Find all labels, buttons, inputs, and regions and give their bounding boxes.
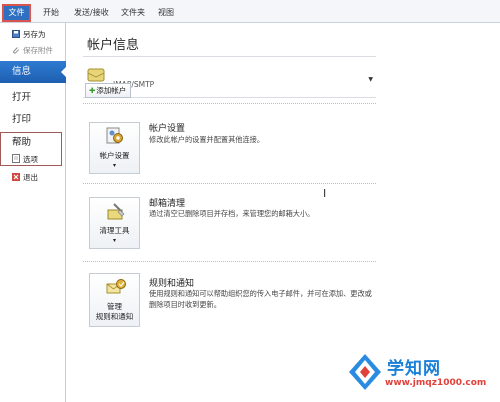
divider (83, 103, 376, 104)
chevron-down-icon: ▾ (112, 162, 116, 169)
add-account-button[interactable]: ✚添加帐户 (85, 83, 131, 98)
divider (83, 183, 376, 184)
tab-send-receive[interactable]: 发送/接收 (74, 7, 109, 18)
section-description: 使用规则和通知可以帮助组织您的传入电子邮件，并可在添加、更改或删除项目时收到更新… (149, 289, 372, 309)
chevron-down-icon: ▼ (368, 76, 373, 83)
attachment-icon (12, 46, 20, 54)
rules-alerts-icon (106, 278, 126, 300)
manage-rules-button[interactable]: 管理 规则和通知 (89, 273, 140, 327)
cleanup-tools-button-label: 清理工具 (99, 226, 130, 235)
tab-file[interactable]: 文件 (2, 4, 31, 22)
section-mailbox-cleanup: 清理工具 ▾ 邮箱清理 通过清空已删除项目并存档，来管理您的邮箱大小。 (83, 189, 376, 253)
nav-info[interactable]: 信息 (0, 61, 67, 83)
manage-rules-button-label-2: 规则和通知 (95, 312, 134, 321)
section-description: 通过清空已删除项目并存档，来管理您的邮箱大小。 (149, 209, 315, 218)
tab-folder[interactable]: 文件夹 (121, 7, 145, 18)
tab-home[interactable]: 开始 (43, 7, 59, 18)
highlight-box (0, 132, 62, 166)
divider (83, 261, 376, 262)
plus-icon: ✚ (89, 86, 96, 95)
account-settings-button-label: 帐户设置 (99, 151, 130, 160)
section-rules-alerts: 管理 规则和通知 规则和通知 使用规则和通知可以帮助组织您的传入电子邮件，并可在… (83, 268, 376, 334)
section-title: 帐户设置 (149, 124, 186, 134)
watermark: 学知网 www.jmqz1000.com (345, 348, 500, 402)
cleanup-tools-icon (106, 202, 126, 224)
nav-print[interactable]: 打印 (0, 111, 66, 125)
nav-save-attachment-label: 保存附件 (23, 46, 53, 55)
add-account-label: 添加帐户 (96, 86, 127, 95)
tab-view[interactable]: 视图 (158, 7, 174, 18)
nav-print-label: 打印 (12, 114, 32, 125)
chevron-down-icon: ▾ (112, 237, 116, 244)
nav-save-attachment[interactable]: 保存附件 (0, 45, 66, 56)
nav-exit[interactable]: 退出 (0, 172, 66, 183)
account-settings-icon (106, 127, 124, 149)
nav-exit-label: 退出 (23, 173, 38, 182)
account-settings-button[interactable]: 帐户设置 ▾ (89, 122, 140, 174)
nav-info-label: 信息 (12, 66, 32, 77)
watermark-url: www.jmqz1000.com (385, 378, 487, 388)
text-cursor-icon: Ι (323, 187, 327, 200)
exit-icon (12, 173, 20, 181)
section-description: 修改此帐户的设置并配置其他连接。 (149, 135, 265, 144)
nav-save-as[interactable]: 另存为 (0, 29, 66, 40)
save-icon (12, 30, 20, 38)
nav-open-label: 打开 (12, 92, 32, 103)
watermark-title: 学知网 (387, 359, 441, 379)
manage-rules-button-label-1: 管理 (107, 302, 122, 311)
backstage-nav: 另存为 保存附件 信息 打开 打印 帮助 选项 退出 (0, 23, 67, 402)
watermark-logo-icon (347, 352, 383, 394)
page-title: 帐户信息 (87, 38, 140, 53)
cleanup-tools-button[interactable]: 清理工具 ▾ (89, 197, 140, 249)
ribbon-tab-bar: 文件 开始 发送/接收 文件夹 视图 (0, 0, 500, 23)
section-account-settings: 帐户设置 ▾ 帐户设置 修改此帐户的设置并配置其他连接。 (83, 113, 376, 177)
account-info-panel: 帐户信息 IMAP/SMTP ▼ ✚添加帐户 帐户设置 ▾ 帐户设置 修改此帐户… (67, 23, 500, 402)
nav-open[interactable]: 打开 (0, 89, 66, 103)
nav-save-as-label: 另存为 (23, 30, 46, 39)
